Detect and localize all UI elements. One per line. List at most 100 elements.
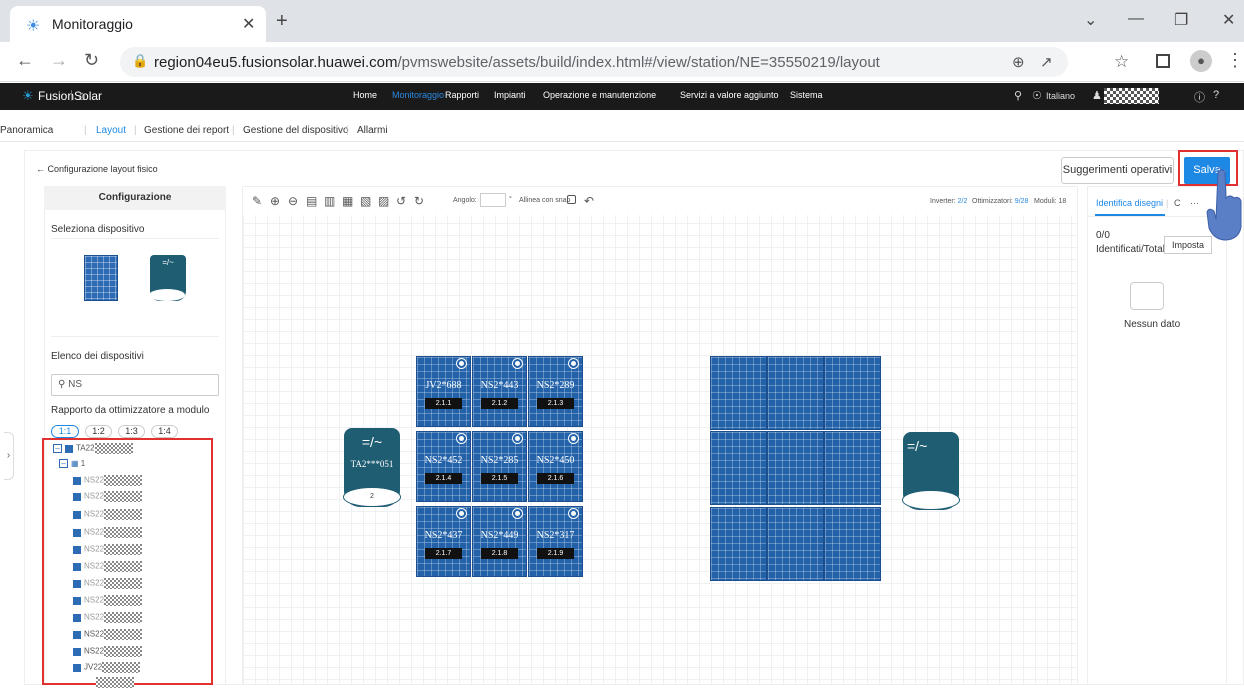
undo-icon[interactable]: ↶ [584, 194, 594, 208]
tree-item[interactable]: NS22 [73, 509, 143, 520]
more-tabs-icon[interactable]: ··· [1190, 198, 1199, 208]
url-bar[interactable]: 🔒 region04eu5.fusionsolar.huawei.com/pvm… [120, 47, 1068, 77]
zoom-in-icon[interactable]: ⊕ [270, 194, 280, 208]
pv-module[interactable]: NS2*449 2.1.8 [472, 506, 527, 577]
ratio-1-3[interactable]: 1:3 [118, 425, 145, 438]
new-tab-icon[interactable]: + [276, 10, 288, 33]
tree-group[interactable]: – ▦ 1 [59, 459, 85, 469]
tree-item[interactable]: NS22 [73, 595, 143, 606]
tree-item[interactable]: NS22 [73, 612, 143, 623]
suggestions-button[interactable]: Suggerimenti operativi [1061, 157, 1174, 184]
ratio-1-1[interactable]: 1:1 [51, 425, 79, 438]
collapse-sidebar-handle[interactable]: › [4, 432, 14, 480]
tree-item[interactable]: NS22 [73, 544, 143, 555]
tab-other[interactable]: C [1174, 198, 1181, 208]
collapse-icon[interactable]: – [59, 459, 68, 469]
profile-avatar[interactable]: ● [1190, 50, 1212, 72]
angle-input[interactable] [480, 193, 506, 207]
nav-sistema[interactable]: Sistema [790, 90, 823, 100]
rotate-right-icon[interactable]: ↻ [414, 194, 424, 208]
pv-module[interactable] [767, 507, 824, 581]
pv-module[interactable] [767, 431, 824, 505]
subnav-allarmi[interactable]: Allarmi [357, 125, 388, 136]
nav-operazione[interactable]: Operazione e manutenzione [543, 90, 656, 100]
align-center-icon[interactable]: ▧ [360, 194, 371, 208]
inverter-block[interactable]: =/~ TA2***051 2 [343, 428, 401, 507]
language-icon[interactable]: ☉ [1032, 89, 1042, 102]
lock-icon[interactable]: 🔒 [132, 53, 148, 69]
collapse-icon[interactable]: – [53, 444, 62, 453]
minimize-icon[interactable]: — [1128, 10, 1144, 28]
align-left-icon[interactable]: ▦ [342, 194, 353, 208]
tree-item[interactable]: JV22 [73, 662, 141, 673]
pv-module[interactable]: NS2*317 2.1.9 [528, 506, 583, 577]
language-selector[interactable]: Italiano [1046, 91, 1075, 101]
nav-impianti[interactable]: Impianti [494, 90, 526, 100]
ratio-1-4[interactable]: 1:4 [151, 425, 178, 438]
pv-module[interactable]: NS2*289 2.1.3 [528, 356, 583, 427]
eraser-icon[interactable]: ✎ [252, 194, 262, 208]
pv-module[interactable] [710, 507, 767, 581]
nav-monitoraggio[interactable]: Monitoraggio [392, 90, 444, 100]
align-middle-icon[interactable]: ▥ [324, 194, 335, 208]
share-icon[interactable]: ↗ [1040, 53, 1053, 71]
snap-checkbox[interactable] [567, 195, 576, 204]
pv-module[interactable] [710, 431, 767, 505]
reload-icon[interactable]: ↻ [84, 50, 99, 71]
tab-identifica-disegni[interactable]: Identifica disegni [1096, 198, 1163, 208]
pv-module[interactable] [710, 356, 767, 430]
subnav-gestione-report[interactable]: Gestione dei report [144, 125, 229, 136]
tree-item[interactable]: NS22 [73, 646, 143, 657]
tree-item[interactable]: NS22 [73, 578, 143, 589]
tree-root[interactable]: – TA22 [53, 443, 133, 454]
tree-item[interactable]: NS22 [73, 475, 143, 486]
subnav-gestione-dispositivo[interactable]: Gestione del dispositivo [243, 125, 349, 136]
tree-item[interactable]: NS22 [73, 491, 143, 502]
pv-module[interactable]: NS2*450 2.1.6 [528, 431, 583, 502]
pv-module[interactable]: NS2*452 2.1.4 [416, 431, 471, 502]
pv-module[interactable] [824, 507, 881, 581]
zoom-icon[interactable]: ⊕ [1012, 53, 1025, 71]
tree-item[interactable]: NS22 [73, 527, 143, 538]
nav-rapporti[interactable]: Rapporti [445, 90, 479, 100]
redacted-username[interactable] [1104, 88, 1159, 104]
side-panel-icon[interactable] [1156, 54, 1170, 68]
inverter-tile[interactable]: =/~ [149, 255, 186, 301]
back-icon[interactable]: ← [16, 50, 34, 71]
forward-icon[interactable]: → [50, 50, 68, 71]
tab-search-icon[interactable]: ⌄ [1084, 10, 1097, 30]
device-search-input[interactable]: ⚲ NS [51, 374, 219, 396]
info-icon[interactable]: ⓘ [1194, 89, 1205, 105]
rotate-left-icon[interactable]: ↺ [396, 194, 406, 208]
pv-module[interactable] [824, 431, 881, 505]
tree-item[interactable]: NS22 [73, 561, 143, 572]
subnav-layout[interactable]: Layout [96, 125, 126, 136]
inverter-block[interactable]: =/~ [902, 432, 960, 510]
align-top-icon[interactable]: ▤ [306, 194, 317, 208]
pv-module[interactable] [824, 356, 881, 430]
close-window-icon[interactable]: ✕ [1222, 10, 1235, 30]
browser-tab[interactable]: ☀ Monitoraggio ✕ [10, 6, 266, 42]
restore-icon[interactable]: ❐ [1174, 10, 1188, 30]
browser-menu-icon[interactable]: ⋮ [1226, 50, 1244, 71]
pv-module[interactable]: NS2*443 2.1.2 [472, 356, 527, 427]
nav-home[interactable]: Home [353, 90, 377, 100]
pv-module[interactable] [767, 356, 824, 430]
distribute-icon[interactable]: ▨ [378, 194, 389, 208]
tree-item[interactable]: NS22 [73, 629, 143, 640]
subnav-panoramica[interactable]: Panoramica [0, 125, 53, 136]
pv-module[interactable]: JV2*688 2.1.1 [416, 356, 471, 427]
bookmark-star-icon[interactable]: ☆ [1114, 52, 1129, 72]
pv-module[interactable]: NS2*285 2.1.5 [472, 431, 527, 502]
zoom-out-icon[interactable]: ⊖ [288, 194, 298, 208]
tree-item[interactable] [96, 677, 134, 688]
pv-module[interactable]: NS2*437 2.1.7 [416, 506, 471, 577]
pv-module-tile[interactable] [84, 255, 118, 301]
close-tab-icon[interactable]: ✕ [242, 14, 255, 34]
ratio-1-2[interactable]: 1:2 [85, 425, 112, 438]
search-icon[interactable]: ⚲ [1014, 89, 1022, 102]
nav-servizi[interactable]: Servizi a valore aggiunto [680, 90, 779, 100]
back-link[interactable]: ← Configurazione layout fisico [36, 164, 158, 174]
home-icon[interactable]: ⌂ [78, 88, 86, 103]
user-icon[interactable]: ♟ [1092, 89, 1102, 102]
